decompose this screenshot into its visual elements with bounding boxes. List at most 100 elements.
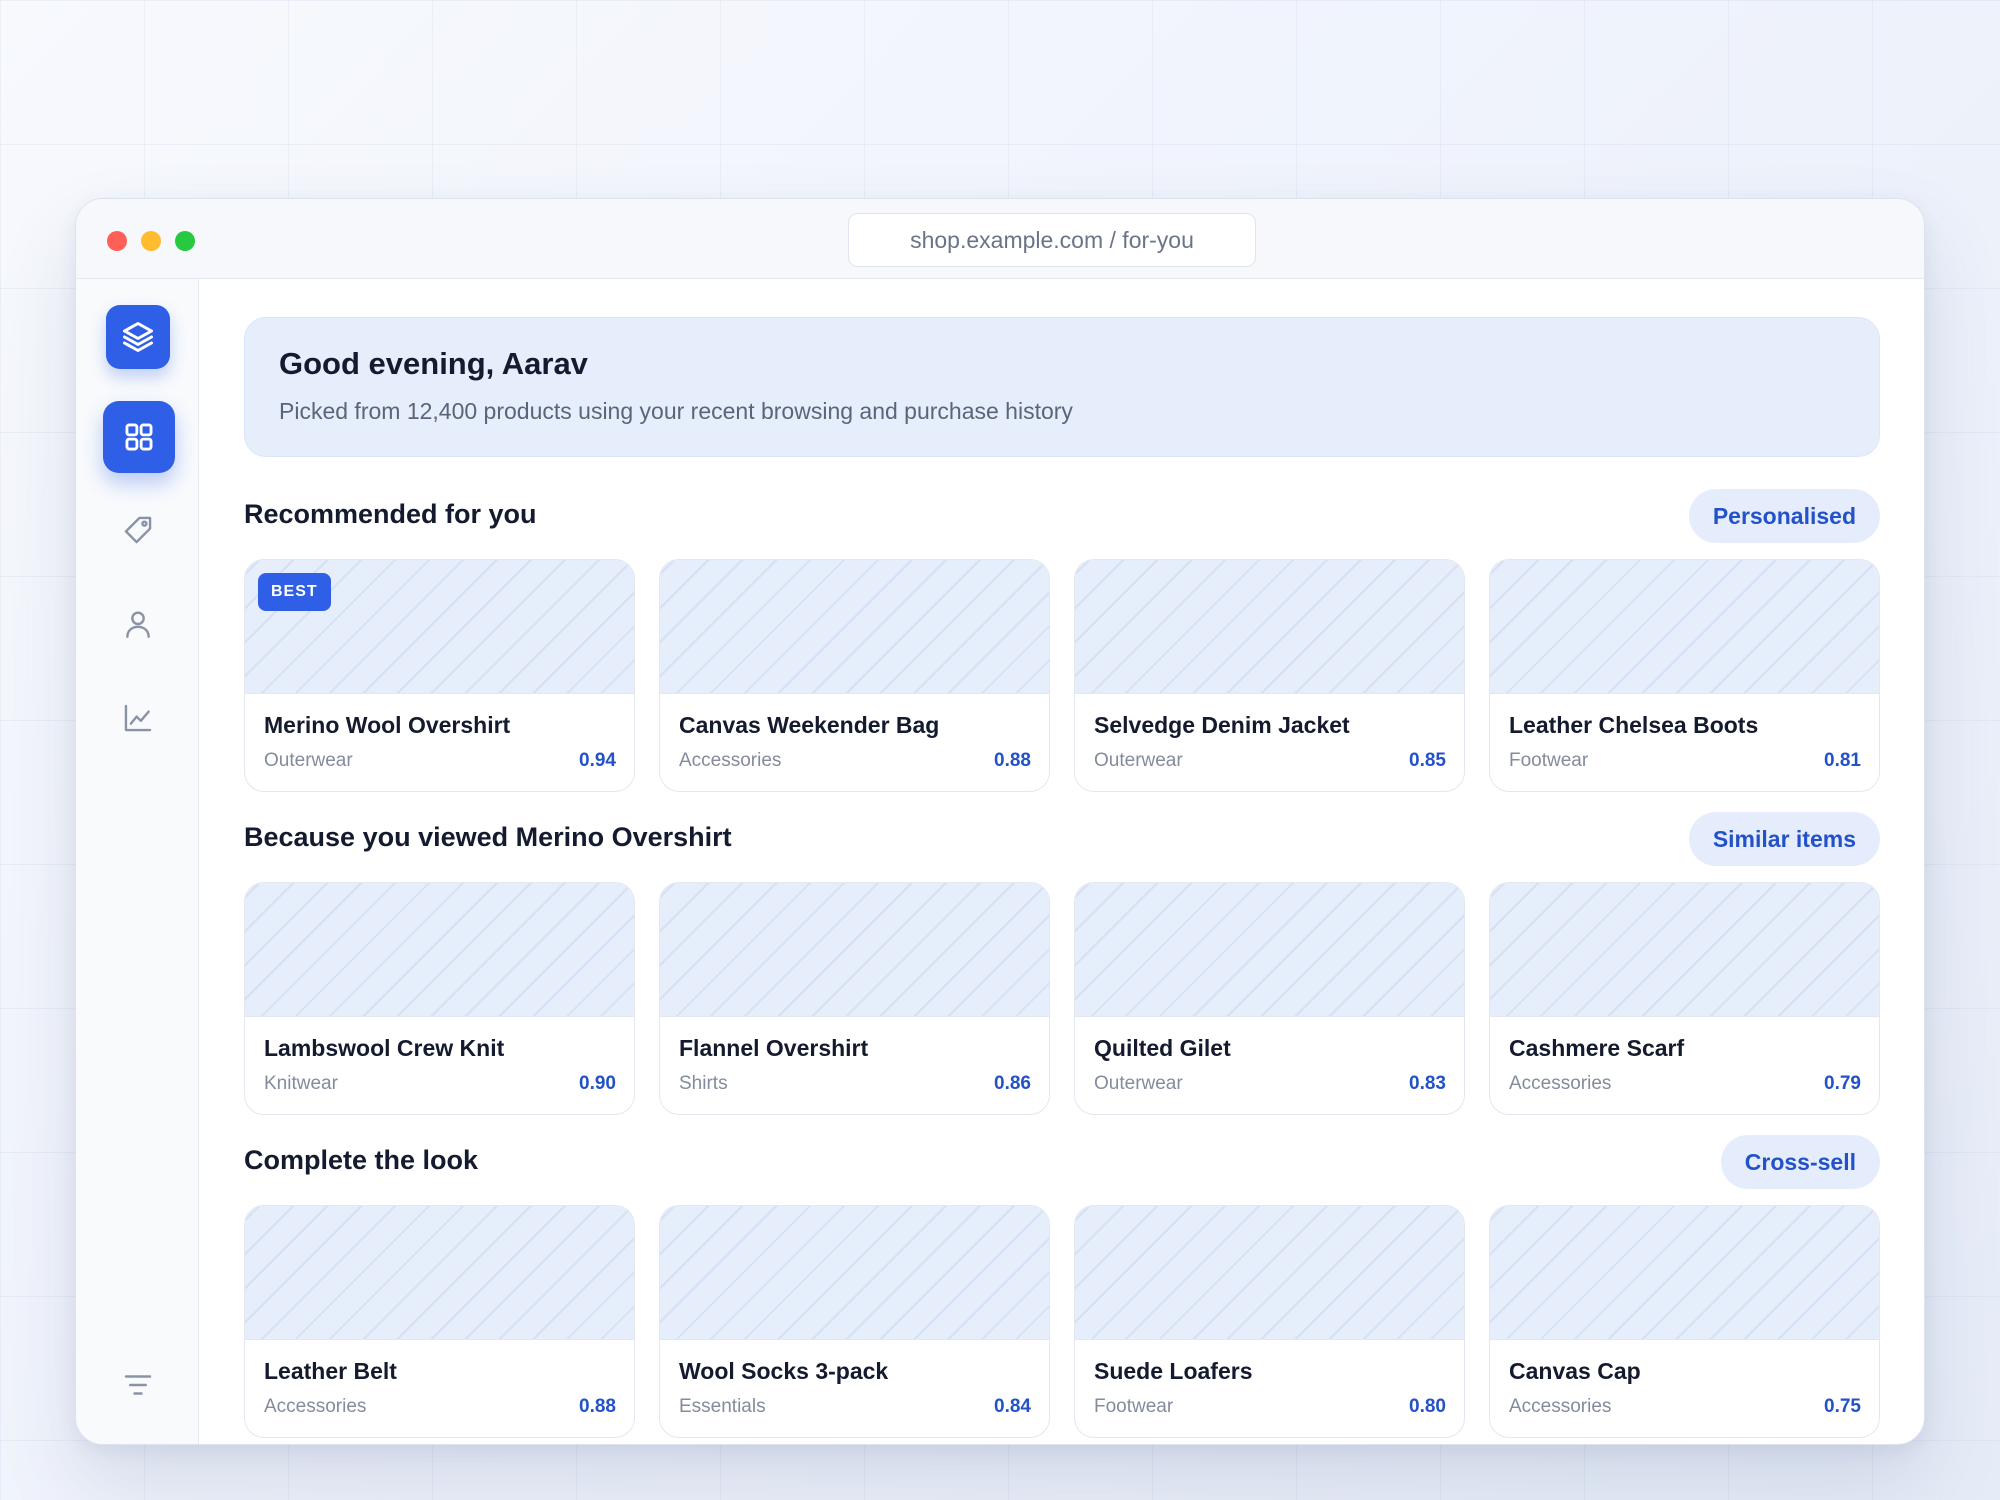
section-tag-button[interactable]: Personalised (1688, 489, 1880, 543)
product-card[interactable]: Wool Socks 3-pack Essentials 0.84 (659, 1205, 1050, 1438)
section-header: Recommended for you Personalised (244, 489, 1880, 543)
product-card[interactable]: Cashmere Scarf Accessories 0.79 (1489, 882, 1880, 1115)
product-card[interactable]: Canvas Weekender Bag Accessories 0.88 (659, 559, 1050, 792)
section-title: Recommended for you (244, 499, 537, 529)
product-category: Outerwear (1094, 750, 1183, 771)
product-category: Accessories (1509, 1073, 1612, 1094)
product-image-placeholder: BEST (245, 560, 634, 694)
sidebar-item-tags[interactable] (116, 508, 160, 552)
chart-icon (124, 704, 152, 732)
product-card[interactable]: Leather Belt Accessories 0.88 (244, 1205, 635, 1438)
product-name: Merino Wool Overshirt (264, 712, 511, 738)
section-header: Complete the look Cross-sell (244, 1135, 1880, 1189)
product-category: Footwear (1094, 1396, 1174, 1417)
product-grid: BEST Merino Wool Overshirt Outerwear 0.94 Ca… (244, 559, 1880, 792)
grid-icon (125, 423, 153, 451)
product-card[interactable]: Suede Loafers Footwear 0.80 (1074, 1205, 1465, 1438)
product-name: Leather Chelsea Boots (1509, 712, 1759, 738)
greeting-banner: Good evening, Aarav Picked from 12,400 p… (244, 317, 1880, 457)
product-image-placeholder (1490, 1206, 1879, 1340)
greeting-subtitle: Picked from 12,400 products using your r… (279, 398, 1073, 424)
address-bar[interactable]: shop.example.com / for-you (848, 213, 1256, 267)
match-score: 0.84 (994, 1396, 1031, 1417)
product-image-placeholder (660, 560, 1049, 694)
product-card[interactable]: Lambswool Crew Knit Knitwear 0.90 (244, 882, 635, 1115)
product-grid: Lambswool Crew Knit Knitwear 0.90 Flannel O… (244, 882, 1880, 1115)
product-card[interactable]: Selvedge Denim Jacket Outerwear 0.85 (1074, 559, 1465, 792)
product-category: Outerwear (264, 750, 353, 771)
product-card[interactable]: BEST Merino Wool Overshirt Outerwear 0.94 (244, 559, 635, 792)
product-name: Wool Socks 3-pack (679, 1358, 889, 1384)
match-score: 0.94 (579, 750, 616, 771)
product-image-placeholder (660, 883, 1049, 1017)
tag-icon (124, 516, 152, 544)
sidebar-item-filter[interactable] (116, 1363, 160, 1407)
product-category: Essentials (679, 1396, 766, 1417)
match-score: 0.83 (1409, 1073, 1446, 1094)
product-image-placeholder (245, 883, 634, 1017)
layers-icon (123, 322, 153, 352)
browser-window: shop.example.com / for-you Good evening,… (75, 198, 1925, 1445)
match-score: 0.86 (994, 1073, 1031, 1094)
sidebar-item-analytics[interactable] (116, 696, 160, 740)
section-tag-button[interactable]: Cross-sell (1720, 1135, 1880, 1189)
app-logo-button[interactable] (106, 305, 170, 369)
title-bar: shop.example.com / for-you (76, 199, 1924, 279)
sidebar (76, 279, 199, 1444)
product-category: Accessories (264, 1396, 367, 1417)
product-name: Selvedge Denim Jacket (1094, 712, 1350, 738)
product-image-placeholder (1490, 560, 1879, 694)
product-name: Cashmere Scarf (1509, 1035, 1685, 1061)
section-header: Because you viewed Merino Overshirt Simil… (244, 812, 1880, 866)
match-score: 0.81 (1824, 750, 1861, 771)
minimize-window-button[interactable] (141, 231, 161, 251)
product-name: Canvas Cap (1509, 1358, 1641, 1384)
product-name: Flannel Overshirt (679, 1035, 869, 1061)
greeting-title: Good evening, Aarav (279, 346, 588, 381)
match-score: 0.85 (1409, 750, 1446, 771)
product-image-placeholder (1075, 560, 1464, 694)
match-score: 0.90 (579, 1073, 616, 1094)
product-category: Outerwear (1094, 1073, 1183, 1094)
filter-icon (124, 1375, 152, 1395)
product-image-placeholder (1075, 883, 1464, 1017)
match-score: 0.88 (994, 750, 1031, 771)
section-title: Because you viewed Merino Overshirt (244, 822, 732, 852)
product-name: Leather Belt (264, 1358, 397, 1384)
product-card[interactable]: Quilted Gilet Outerwear 0.83 (1074, 882, 1465, 1115)
maximize-window-button[interactable] (175, 231, 195, 251)
best-badge: BEST (258, 573, 331, 611)
product-category: Accessories (679, 750, 782, 771)
product-image-placeholder (1490, 883, 1879, 1017)
main-content: Good evening, Aarav Picked from 12,400 p… (244, 317, 1880, 1438)
recommended-section: Recommended for you Personalised BEST Merin… (244, 489, 1880, 792)
product-image-placeholder (1075, 1206, 1464, 1340)
section-title: Complete the look (244, 1145, 479, 1175)
match-score: 0.79 (1824, 1073, 1861, 1094)
complete-look-section: Complete the look Cross-sell Leather Belt A… (244, 1135, 1880, 1438)
product-name: Quilted Gilet (1094, 1035, 1231, 1061)
sidebar-item-profile[interactable] (116, 602, 160, 646)
product-image-placeholder (660, 1206, 1049, 1340)
similar-items-section: Because you viewed Merino Overshirt Simil… (244, 812, 1880, 1115)
product-card[interactable]: Flannel Overshirt Shirts 0.86 (659, 882, 1050, 1115)
close-window-button[interactable] (107, 231, 127, 251)
product-category: Accessories (1509, 1396, 1612, 1417)
product-grid: Leather Belt Accessories 0.88 Wool Socks 3-… (244, 1205, 1880, 1438)
match-score: 0.88 (579, 1396, 616, 1417)
product-name: Lambswool Crew Knit (264, 1035, 505, 1061)
user-icon (126, 611, 150, 638)
section-tag-button[interactable]: Similar items (1688, 812, 1880, 866)
match-score: 0.75 (1824, 1396, 1861, 1417)
product-name: Suede Loafers (1094, 1358, 1253, 1384)
product-card[interactable]: Canvas Cap Accessories 0.75 (1489, 1205, 1880, 1438)
sidebar-item-dashboard[interactable] (103, 401, 175, 473)
product-card[interactable]: Leather Chelsea Boots Footwear 0.81 (1489, 559, 1880, 792)
product-image-placeholder (245, 1206, 634, 1340)
match-score: 0.80 (1409, 1396, 1446, 1417)
product-category: Shirts (679, 1073, 728, 1094)
product-category: Knitwear (264, 1073, 338, 1094)
product-name: Canvas Weekender Bag (679, 712, 940, 738)
address-bar-url: shop.example.com / for-you (910, 226, 1194, 253)
product-category: Footwear (1509, 750, 1589, 771)
